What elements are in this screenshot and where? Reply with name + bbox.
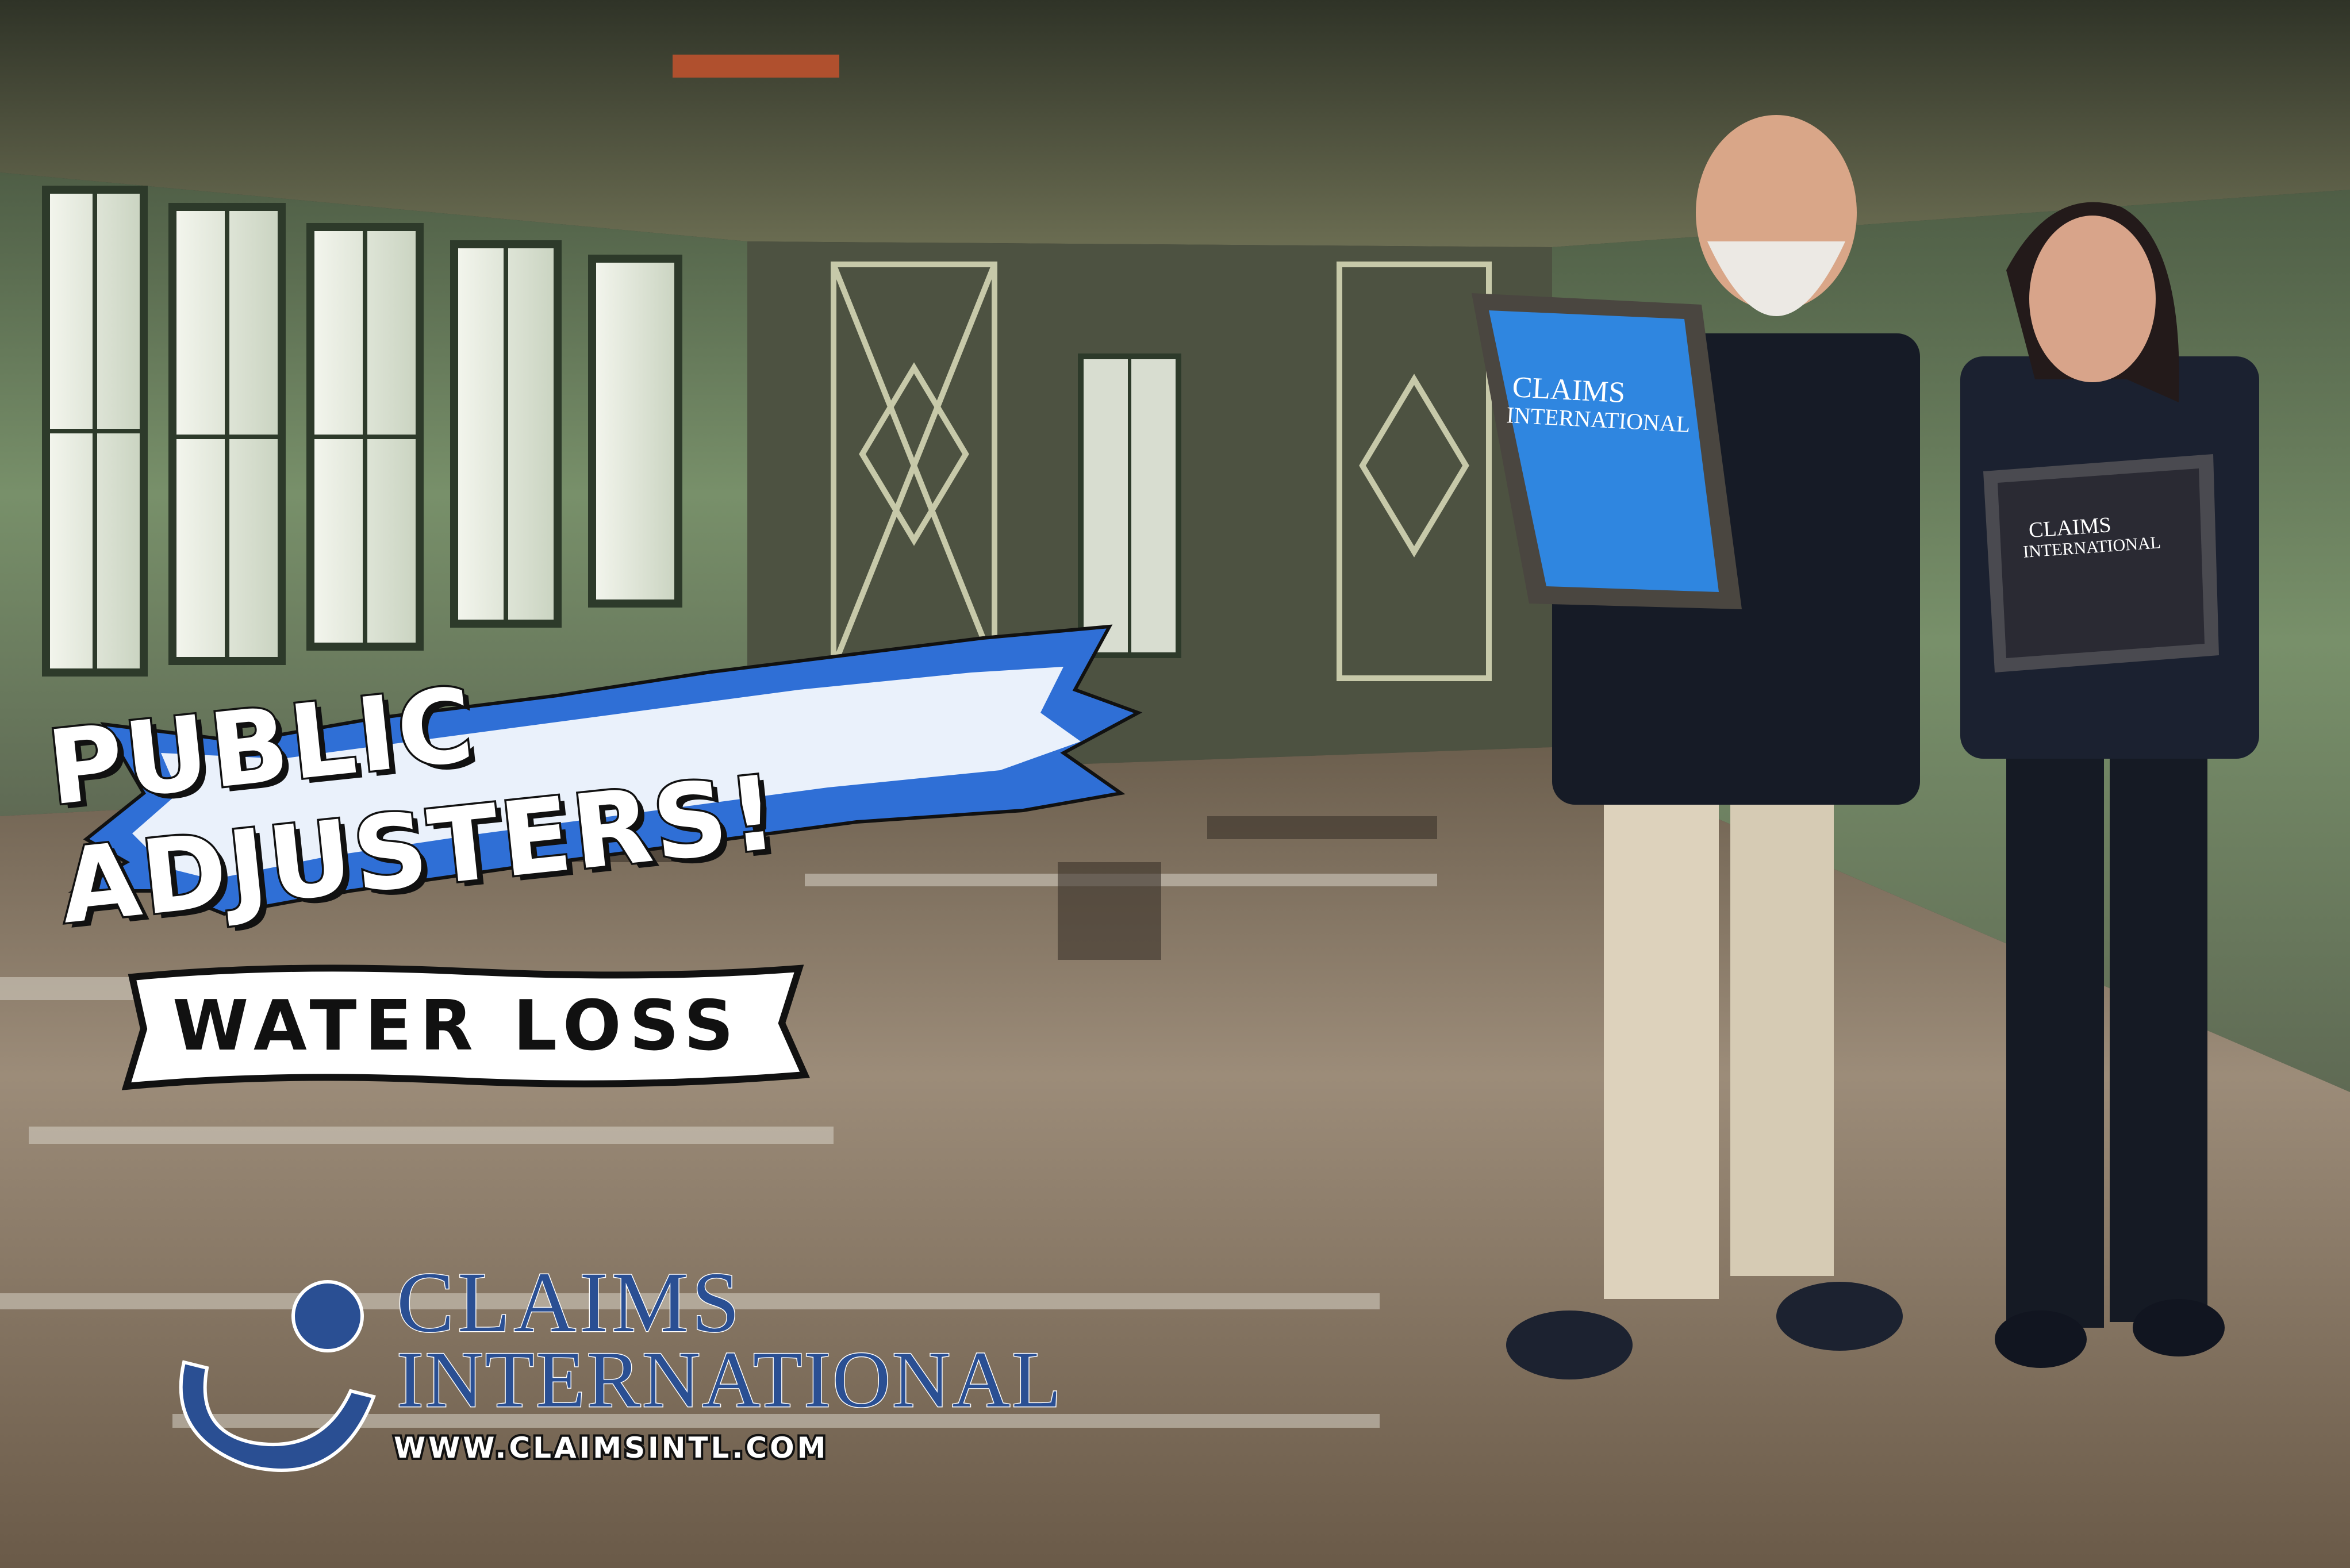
logo-swoosh-icon (179, 1280, 376, 1472)
poster: CLAIMS INTERNATIONAL CLAIMS INTERNATIONA… (0, 0, 2350, 1568)
headline-banner: PUBLIC ADJUSTERS! (40, 621, 1161, 948)
website-url: WWW.CLAIMSINTL.COM (391, 1429, 829, 1467)
dark-tablet: CLAIMS INTERNATIONAL (1983, 454, 2219, 672)
logo-word-international: INTERNATIONAL (396, 1335, 1063, 1425)
water-loss-tag: WATER LOSS (109, 954, 816, 1098)
tag-label: WATER LOSS (172, 986, 742, 1066)
claims-international-logo: CLAIMS INTERNATIONAL WWW.CLAIMSINTL.COM (132, 1247, 1109, 1489)
